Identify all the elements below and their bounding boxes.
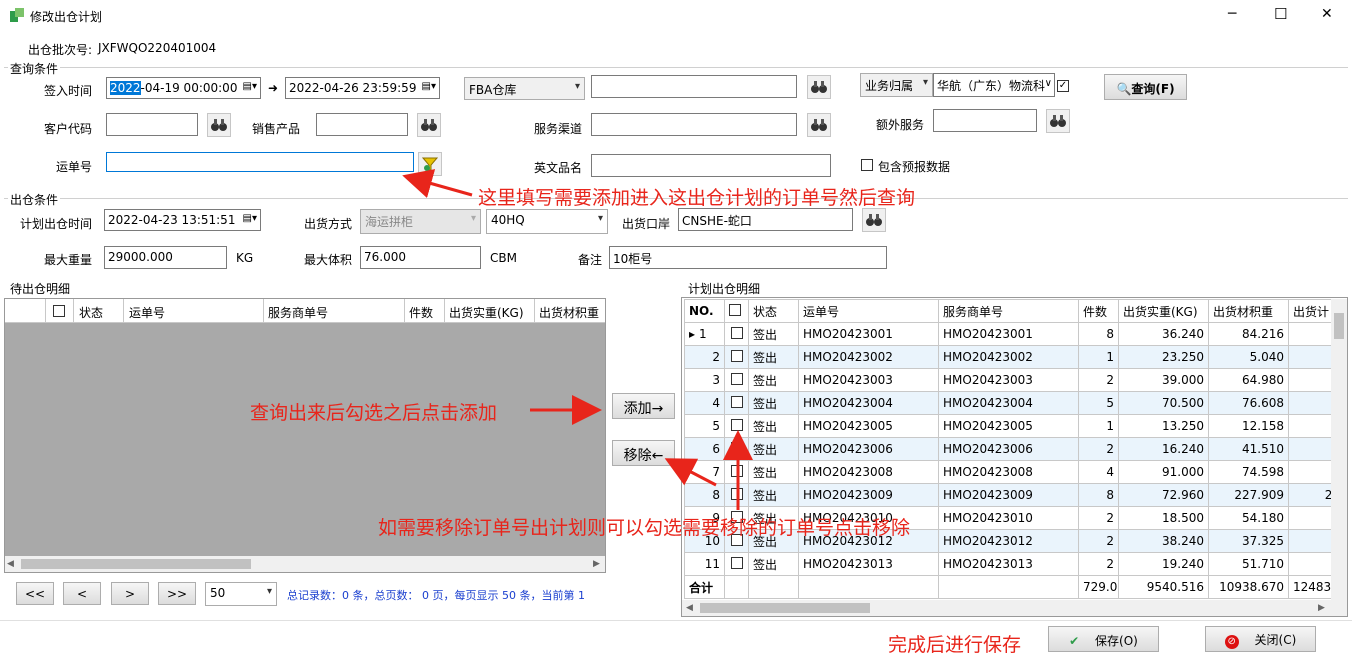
annotation-arrow-waybill [402, 169, 473, 198]
annotation-add: 查询出来后勾选之后点击添加 [250, 402, 498, 424]
annotation-arrows [402, 169, 753, 510]
annotation-waybill: 这里填写需要添加进入这出仓计划的订单号然后查询 [478, 187, 916, 209]
annotation-save: 完成后进行保存 [888, 634, 1022, 656]
annotation-remove: 如需要移除订单号出计划则可以勾选需要移除的订单号点击移除 [378, 517, 911, 539]
annotation-arrow-remove [664, 458, 717, 487]
